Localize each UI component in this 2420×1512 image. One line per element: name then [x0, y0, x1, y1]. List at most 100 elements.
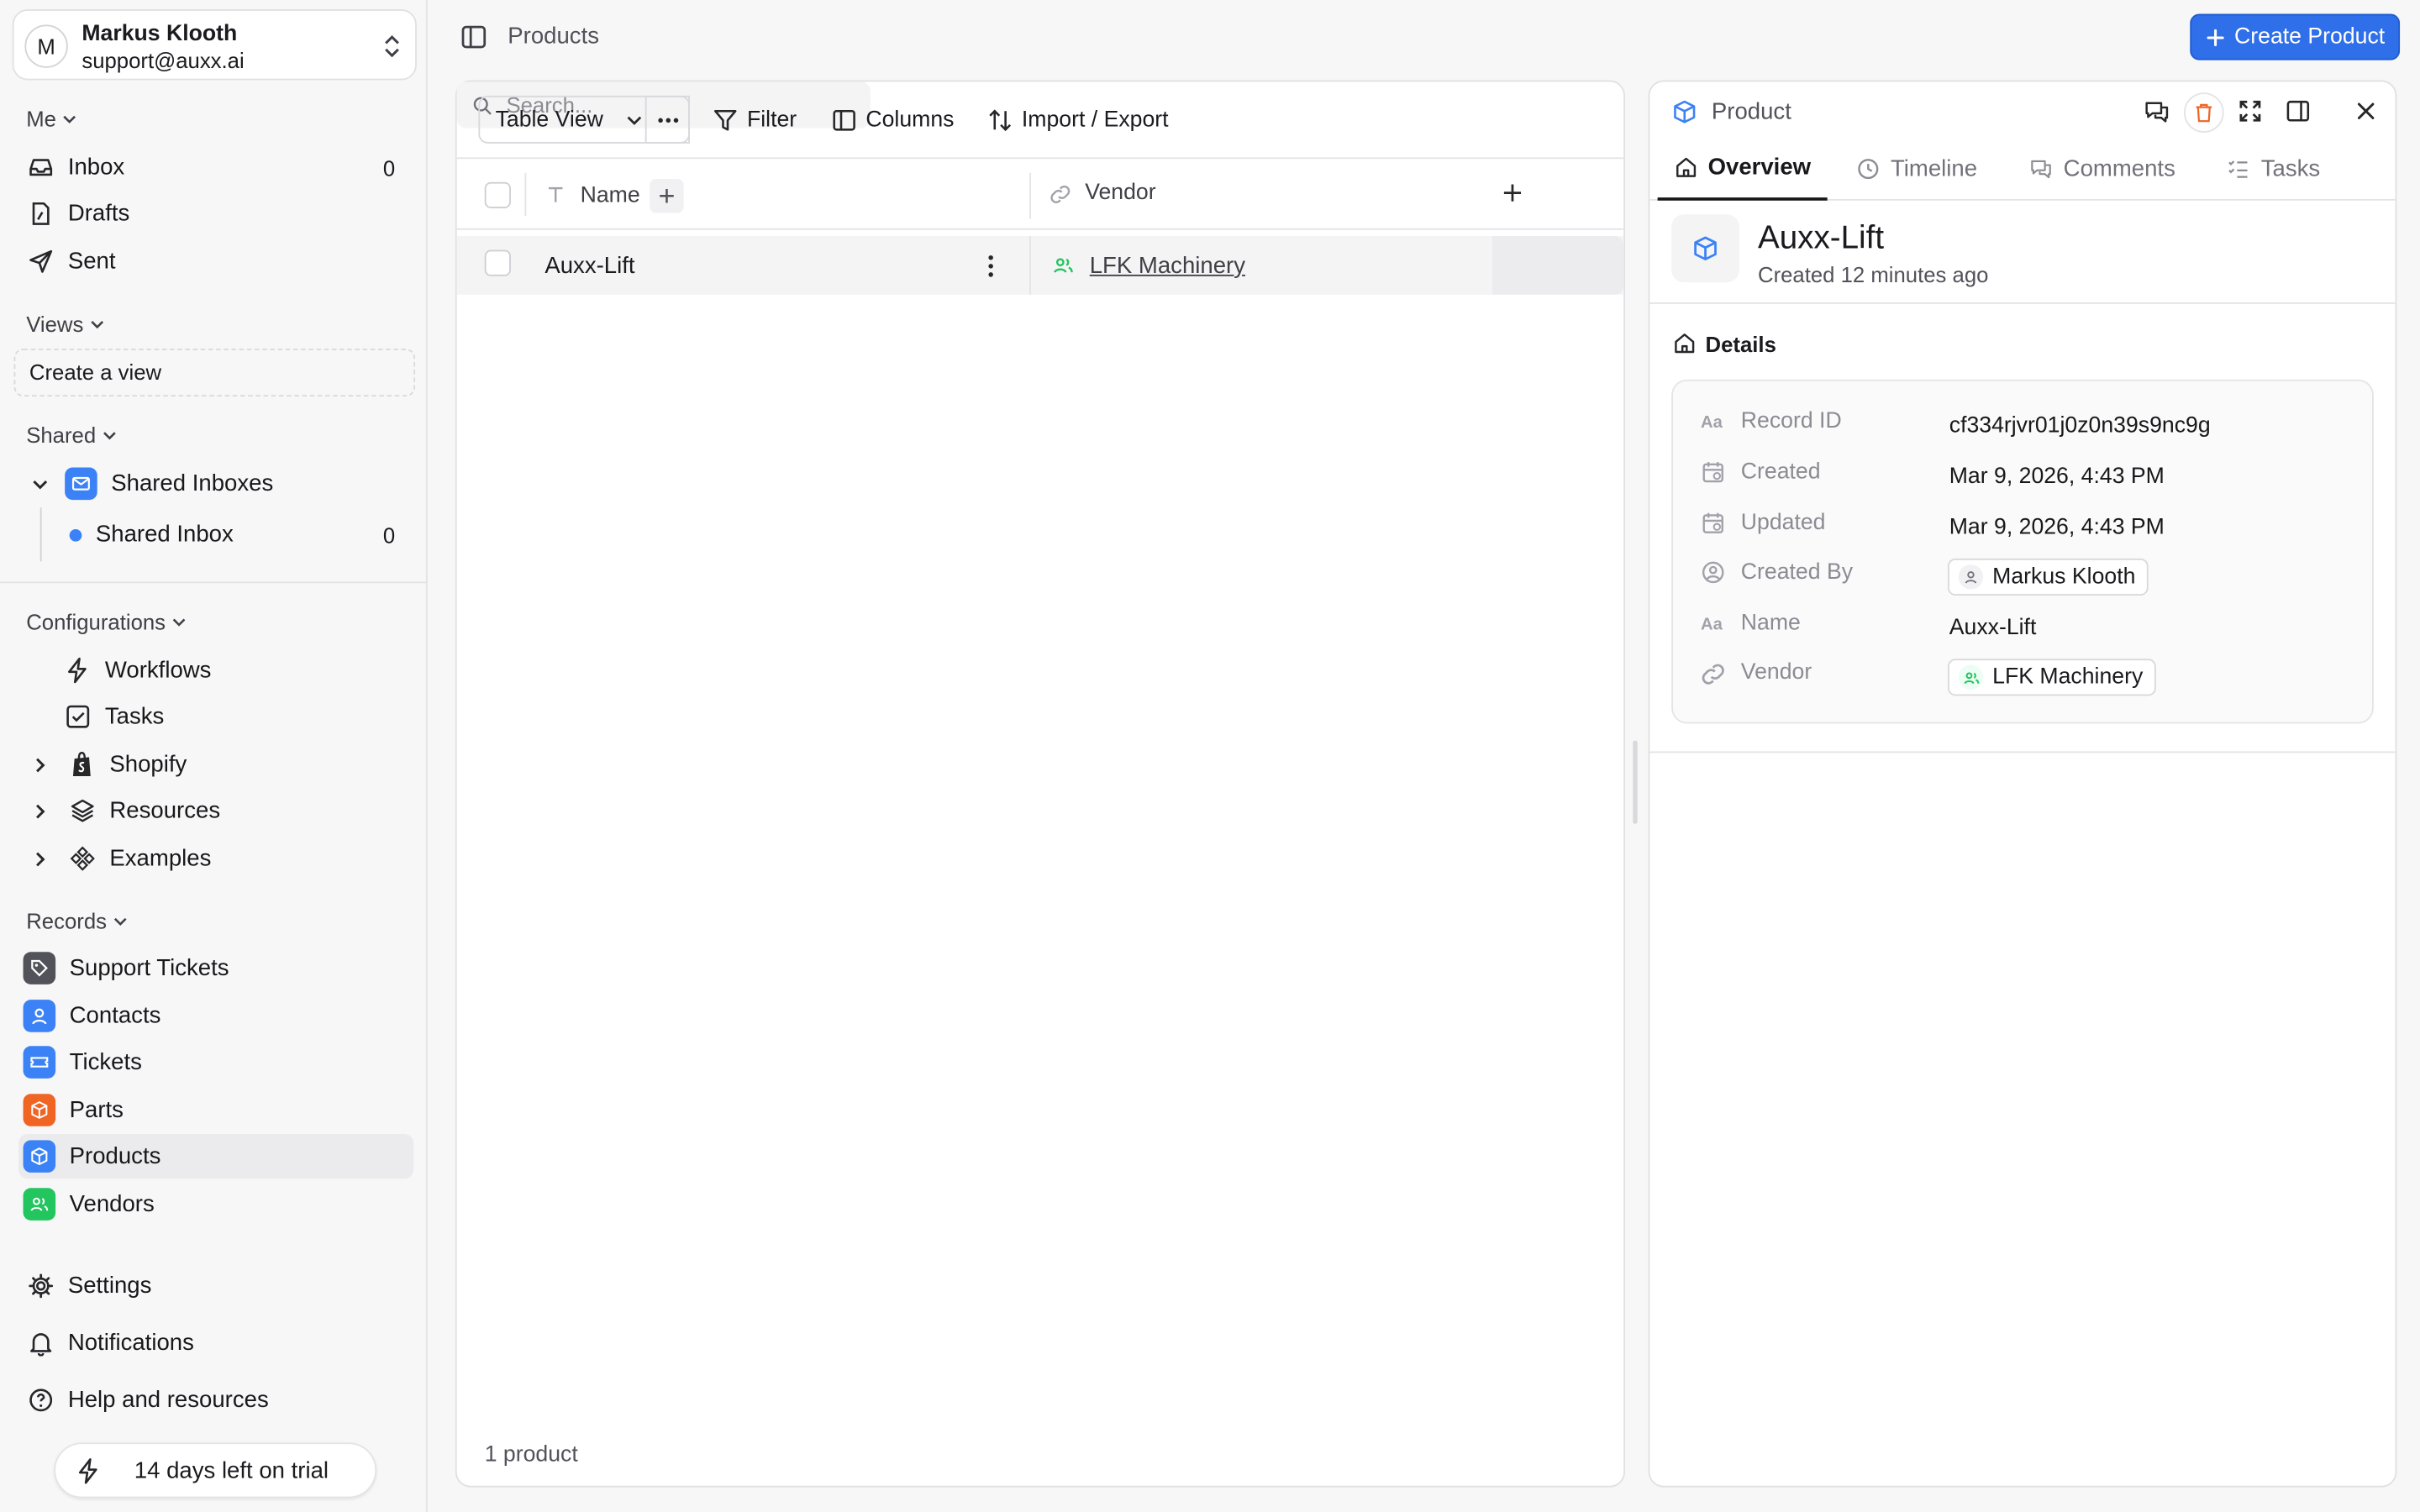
sidebar-item-products[interactable]: Products: [18, 1133, 414, 1179]
tab-label: Timeline: [1890, 155, 1978, 182]
field-value-updated[interactable]: Mar 9, 2026, 4:43 PM: [1949, 515, 2165, 539]
sidebar-item-label: Shopify: [109, 751, 187, 778]
add-column-icon[interactable]: [1502, 182, 1523, 204]
sidebar-item-settings[interactable]: Settings: [18, 1263, 413, 1308]
sidebar-toggle-icon[interactable]: [460, 24, 487, 51]
account-switcher[interactable]: M Markus Klooth support@auxx.ai: [12, 9, 417, 81]
more-options-button[interactable]: [644, 95, 691, 144]
create-view-button[interactable]: Create a view: [13, 349, 416, 397]
help-icon: [26, 1386, 54, 1414]
sidebar-item-label: Sent: [67, 248, 116, 275]
section-configurations[interactable]: Configurations: [26, 609, 188, 634]
row-vendor-link[interactable]: LFK Machinery: [1090, 253, 1245, 279]
table-row[interactable]: Auxx-Lift LFK Machinery: [456, 236, 1624, 295]
user-icon: [23, 1000, 56, 1032]
sidebar-item-tickets[interactable]: Tickets: [18, 1040, 413, 1084]
inbox-icon: [26, 154, 54, 181]
column-header-name[interactable]: Name: [581, 184, 640, 208]
sidebar-item-support-tickets[interactable]: Support Tickets: [18, 946, 413, 990]
lightning-icon: [63, 657, 91, 685]
sidebar-item-notifications[interactable]: Notifications: [18, 1320, 413, 1365]
chevron-down-icon: [33, 480, 48, 489]
create-product-label: Create Product: [2234, 24, 2386, 50]
sidebar-item-examples[interactable]: Examples: [18, 836, 413, 880]
ticket-icon: [23, 1046, 56, 1079]
column-header-vendor[interactable]: Vendor: [1085, 181, 1155, 205]
sidebar-item-vendors[interactable]: Vendors: [18, 1182, 413, 1226]
section-records[interactable]: Records: [26, 909, 129, 933]
section-shared[interactable]: Shared: [26, 423, 118, 448]
section-me[interactable]: Me: [26, 107, 79, 131]
filter-button[interactable]: Filter: [713, 96, 797, 144]
section-views[interactable]: Views: [26, 312, 107, 336]
sidebar: M Markus Klooth support@auxx.ai Me Inbox…: [0, 0, 428, 1512]
link-icon: [1702, 664, 1724, 685]
select-all-checkbox[interactable]: [484, 181, 511, 208]
plus-icon: [2207, 29, 2224, 46]
field-value-name[interactable]: Auxx-Lift: [1949, 616, 2037, 640]
inbox-count: 0: [382, 155, 396, 180]
sidebar-item-label: Notifications: [67, 1330, 194, 1357]
created-by-value: Markus Klooth: [1992, 564, 2136, 590]
draft-icon: [26, 200, 54, 228]
sidebar-item-shared-inboxes[interactable]: Shared Inboxes: [18, 461, 413, 506]
section-configurations-label: Configurations: [26, 609, 166, 634]
close-icon[interactable]: [2357, 102, 2375, 120]
status-dot-icon: [69, 528, 82, 541]
sidebar-item-drafts[interactable]: Drafts: [18, 192, 413, 236]
expand-icon[interactable]: [2238, 99, 2262, 123]
section-records-label: Records: [26, 908, 107, 934]
field-label-vendor: Vendor: [1740, 660, 1812, 685]
comments-icon[interactable]: [2144, 99, 2170, 125]
vendor-chip[interactable]: LFK Machinery: [1947, 659, 2155, 696]
row-checkbox[interactable]: [484, 249, 511, 276]
breadcrumb[interactable]: Products: [508, 24, 599, 50]
tab-timeline[interactable]: Timeline: [1857, 137, 1978, 200]
sidebar-item-workflows[interactable]: Workflows: [18, 648, 413, 692]
tab-tasks[interactable]: Tasks: [2227, 137, 2320, 200]
users-icon: [1958, 664, 1984, 690]
field-label-created-by: Created By: [1740, 559, 1854, 585]
panel-resize-handle[interactable]: [1633, 740, 1638, 824]
column-divider: [524, 172, 527, 217]
columns-button[interactable]: Columns: [832, 96, 954, 144]
panel-right-icon[interactable]: [2286, 99, 2310, 123]
chevron-down-icon: [64, 115, 76, 123]
sidebar-item-contacts[interactable]: Contacts: [18, 994, 413, 1038]
users-icon: [1054, 258, 1073, 273]
field-value-record-id[interactable]: cf334rjvr01j0z0n39s9nc9g: [1949, 413, 2211, 438]
tag-icon: [23, 952, 56, 984]
field-value-created[interactable]: Mar 9, 2026, 4:43 PM: [1949, 465, 2165, 489]
created-by-chip[interactable]: Markus Klooth: [1947, 558, 2149, 596]
column-divider: [1029, 236, 1031, 295]
calendar-icon: [1702, 512, 1723, 533]
divider: [1649, 302, 2396, 304]
record-count: 1 product: [484, 1442, 578, 1467]
delete-button[interactable]: [2183, 92, 2224, 133]
user-icon: [1958, 564, 1984, 590]
sidebar-item-help[interactable]: Help and resources: [18, 1378, 413, 1422]
record-title: Auxx-Lift: [1758, 220, 1885, 256]
tab-overview[interactable]: Overview: [1657, 137, 1828, 201]
sidebar-item-label: Parts: [69, 1096, 124, 1124]
sidebar-item-tasks[interactable]: Tasks: [18, 695, 413, 739]
section-views-label: Views: [26, 312, 84, 337]
sidebar-item-resources[interactable]: Resources: [18, 789, 413, 833]
trial-button[interactable]: 14 days left on trial: [54, 1442, 377, 1499]
row-menu-icon[interactable]: [987, 255, 993, 278]
sidebar-item-shopify[interactable]: Shopify: [18, 742, 413, 786]
sidebar-item-shared-inbox[interactable]: Shared Inbox 0: [18, 512, 413, 557]
divider: [1649, 751, 2396, 753]
sidebar-item-sent[interactable]: Sent: [18, 239, 413, 284]
add-field-button[interactable]: [650, 179, 684, 213]
sidebar-item-label: Products: [69, 1142, 161, 1170]
package-icon: [1674, 100, 1696, 123]
table-panel: Table View Filter Columns Import / Expor…: [455, 80, 1626, 1488]
create-product-button[interactable]: Create Product: [2190, 13, 2401, 60]
sidebar-item-inbox[interactable]: Inbox 0: [18, 145, 413, 190]
field-label-updated: Updated: [1740, 510, 1826, 536]
import-export-button[interactable]: Import / Export: [987, 96, 1169, 144]
row-name-cell[interactable]: Auxx-Lift: [544, 253, 634, 279]
tab-comments[interactable]: Comments: [2029, 137, 2175, 200]
sidebar-item-parts[interactable]: Parts: [18, 1088, 413, 1132]
